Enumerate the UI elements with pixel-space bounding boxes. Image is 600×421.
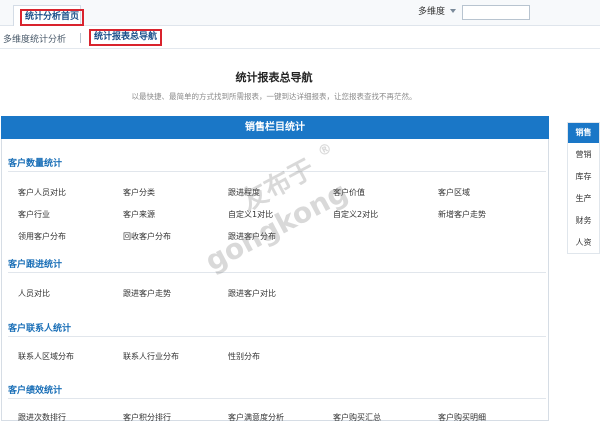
report-link[interactable]: 新增客户走势 — [438, 209, 486, 220]
section-divider — [8, 272, 546, 273]
report-link[interactable]: 客户积分排行 — [123, 412, 171, 421]
report-link[interactable]: 客户分类 — [123, 187, 155, 198]
report-panel — [1, 116, 549, 421]
tab-home-label: 统计分析首页 — [20, 9, 85, 26]
report-link[interactable]: 客户购买明细 — [438, 412, 486, 421]
section-title-customer-followup: 客户跟进统计 — [8, 260, 63, 270]
section-title-customer-count: 客户数量统计 — [8, 159, 63, 169]
report-link[interactable]: 领用客户分布 — [18, 231, 66, 242]
subnav-divider — [80, 33, 81, 43]
sidebar-item-marketing[interactable]: 营销 — [568, 145, 599, 165]
page-title: 统计报表总导航 — [235, 71, 313, 84]
report-link[interactable]: 人员对比 — [18, 288, 50, 299]
report-link[interactable]: 联系人行业分布 — [123, 351, 179, 362]
section-divider — [8, 171, 546, 172]
page-subtitle: 以最快捷、最简单的方式找到所需报表，一键到达详细报表，让您报表查找不再茫然。 — [131, 92, 417, 101]
dimension-dropdown-label: 多维度 — [418, 7, 446, 17]
category-sidebar: 销售 营销 库存 生产 财务 人资 — [567, 122, 600, 254]
sidebar-item-production[interactable]: 生产 — [568, 189, 599, 209]
report-link[interactable]: 自定义2对比 — [333, 209, 378, 220]
report-link[interactable]: 客户行业 — [18, 209, 50, 220]
report-link[interactable]: 自定义1对比 — [228, 209, 273, 220]
section-divider — [8, 398, 546, 399]
tab-home[interactable]: 统计分析首页 — [13, 5, 85, 26]
report-link[interactable]: 客户人员对比 — [18, 187, 66, 198]
report-link[interactable]: 客户购买汇总 — [333, 412, 381, 421]
report-link[interactable]: 跟进程度 — [228, 187, 260, 198]
report-link[interactable]: 客户区域 — [438, 187, 470, 198]
section-title-customer-contacts: 客户联系人统计 — [8, 324, 72, 334]
report-link[interactable]: 跟进次数排行 — [18, 412, 66, 421]
sidebar-item-inventory[interactable]: 库存 — [568, 167, 599, 187]
sidebar-item-finance[interactable]: 财务 — [568, 211, 599, 231]
report-link[interactable]: 联系人区域分布 — [18, 351, 74, 362]
sub-nav: 多维度统计分析 统计报表总导航 — [0, 27, 600, 49]
report-link[interactable]: 客户满意度分析 — [228, 412, 284, 421]
report-link[interactable]: 性别分布 — [228, 351, 260, 362]
report-link[interactable]: 跟进客户对比 — [228, 288, 276, 299]
section-banner: 销售栏目统计 — [1, 116, 549, 139]
subnav-item-multi-dimension[interactable]: 多维度统计分析 — [3, 32, 66, 45]
chevron-down-icon — [450, 9, 457, 13]
sidebar-item-hr[interactable]: 人资 — [568, 233, 599, 253]
report-link[interactable]: 跟进客户走势 — [123, 288, 171, 299]
search-input[interactable] — [462, 5, 530, 20]
report-link[interactable]: 跟进客户分布 — [228, 231, 276, 242]
section-divider — [8, 336, 546, 337]
sidebar-item-sales[interactable]: 销售 — [568, 123, 599, 143]
top-bar: 统计分析首页 多维度 — [0, 0, 600, 26]
report-link[interactable]: 客户来源 — [123, 209, 155, 220]
subnav-item-report-navigation[interactable]: 统计报表总导航 — [89, 29, 163, 46]
section-title-customer-performance: 客户绩效统计 — [8, 386, 63, 396]
dimension-dropdown[interactable]: 多维度 — [418, 5, 457, 19]
report-link[interactable]: 回收客户分布 — [123, 231, 171, 242]
report-link[interactable]: 客户价值 — [333, 187, 365, 198]
